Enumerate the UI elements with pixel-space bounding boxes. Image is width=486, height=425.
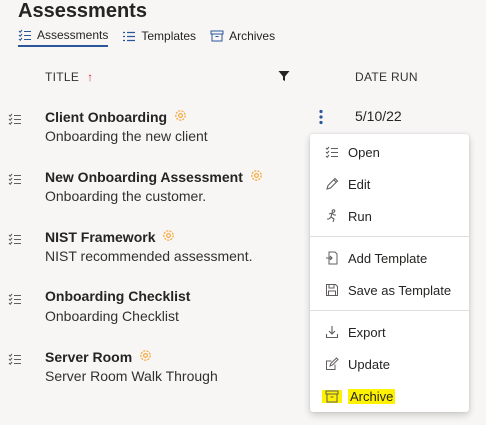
menu-item-add-template[interactable]: Add Template [310,242,469,274]
row-date-run: 5/10/22 [355,108,402,124]
checklist-icon [8,352,22,370]
tab-templates[interactable]: Templates [122,28,196,47]
checklist-icon [8,232,22,250]
row-title[interactable]: Server Room [45,348,153,366]
menu-item-save-as-template[interactable]: Save as Template [310,274,469,306]
archive-box-icon [210,30,224,42]
gear-icon[interactable] [249,168,264,186]
pencil-icon [322,177,342,191]
tab-assessments-label: Assessments [37,28,109,42]
tab-assessments[interactable]: Assessments [18,28,109,47]
row-title-text: Server Room [45,349,133,365]
update-icon [322,357,342,371]
checklist-icon [8,172,22,190]
add-template-icon [322,251,342,265]
menu-item-label: Archive [348,388,396,404]
run-icon [322,209,342,223]
tab-templates-label: Templates [141,29,197,43]
list-icon [122,30,136,42]
menu-item-open[interactable]: Open [310,136,469,168]
menu-item-label: Add Template [348,250,428,266]
export-icon [322,325,342,339]
menu-item-label: Update [348,356,390,372]
checklist-icon [8,112,22,130]
row-context-menu: Open Edit Run Add Template Save as Templ… [310,134,469,412]
menu-item-label: Export [348,324,386,340]
sort-up-arrow-icon[interactable]: ↑ [87,70,93,84]
menu-item-update[interactable]: Update [310,348,469,380]
menu-item-archive[interactable]: Archive [310,380,469,412]
menu-item-label: Edit [348,176,371,192]
row-description: Server Room Walk Through [45,368,218,384]
menu-item-label: Save as Template [348,282,452,298]
row-description: Onboarding the new client [45,128,208,144]
menu-item-label: Open [348,144,380,160]
row-title[interactable]: Onboarding Checklist [45,288,190,304]
checklist-icon [18,29,32,41]
column-header-title[interactable]: TITLE ↑ [45,70,93,84]
menu-item-export[interactable]: Export [310,316,469,348]
save-icon [322,283,342,297]
checklist-icon [322,146,342,158]
view-tabs: Assessments Templates Archives [18,28,275,47]
menu-item-label: Run [348,208,372,224]
row-title-text: Client Onboarding [45,109,168,125]
menu-item-edit[interactable]: Edit [310,168,469,200]
gear-icon[interactable] [161,228,176,246]
checklist-icon [8,292,22,310]
menu-divider [310,236,469,237]
filter-funnel-icon[interactable] [278,69,290,87]
archive-box-icon [322,389,342,403]
row-description: NIST recommended assessment. [45,248,253,264]
menu-item-run[interactable]: Run [310,200,469,232]
gear-icon[interactable] [173,108,188,126]
row-title-text: New Onboarding Assessment [45,169,243,185]
more-options-icon[interactable] [318,109,324,130]
menu-divider [310,310,469,311]
page-title: Assessments [18,0,147,22]
row-title-text: NIST Framework [45,229,156,245]
row-title[interactable]: NIST Framework [45,228,176,246]
tab-archives-label: Archives [229,29,276,43]
row-description: Onboarding the customer. [45,188,207,204]
row-title-text: Onboarding Checklist [45,288,191,304]
column-header-date-run[interactable]: DATE RUN [355,70,418,84]
tab-archives[interactable]: Archives [210,28,275,47]
row-description: Onboarding Checklist [45,308,179,324]
column-title-label: TITLE [45,70,80,84]
gear-icon[interactable] [138,348,153,366]
row-title[interactable]: New Onboarding Assessment [45,168,264,186]
row-title[interactable]: Client Onboarding [45,108,188,126]
